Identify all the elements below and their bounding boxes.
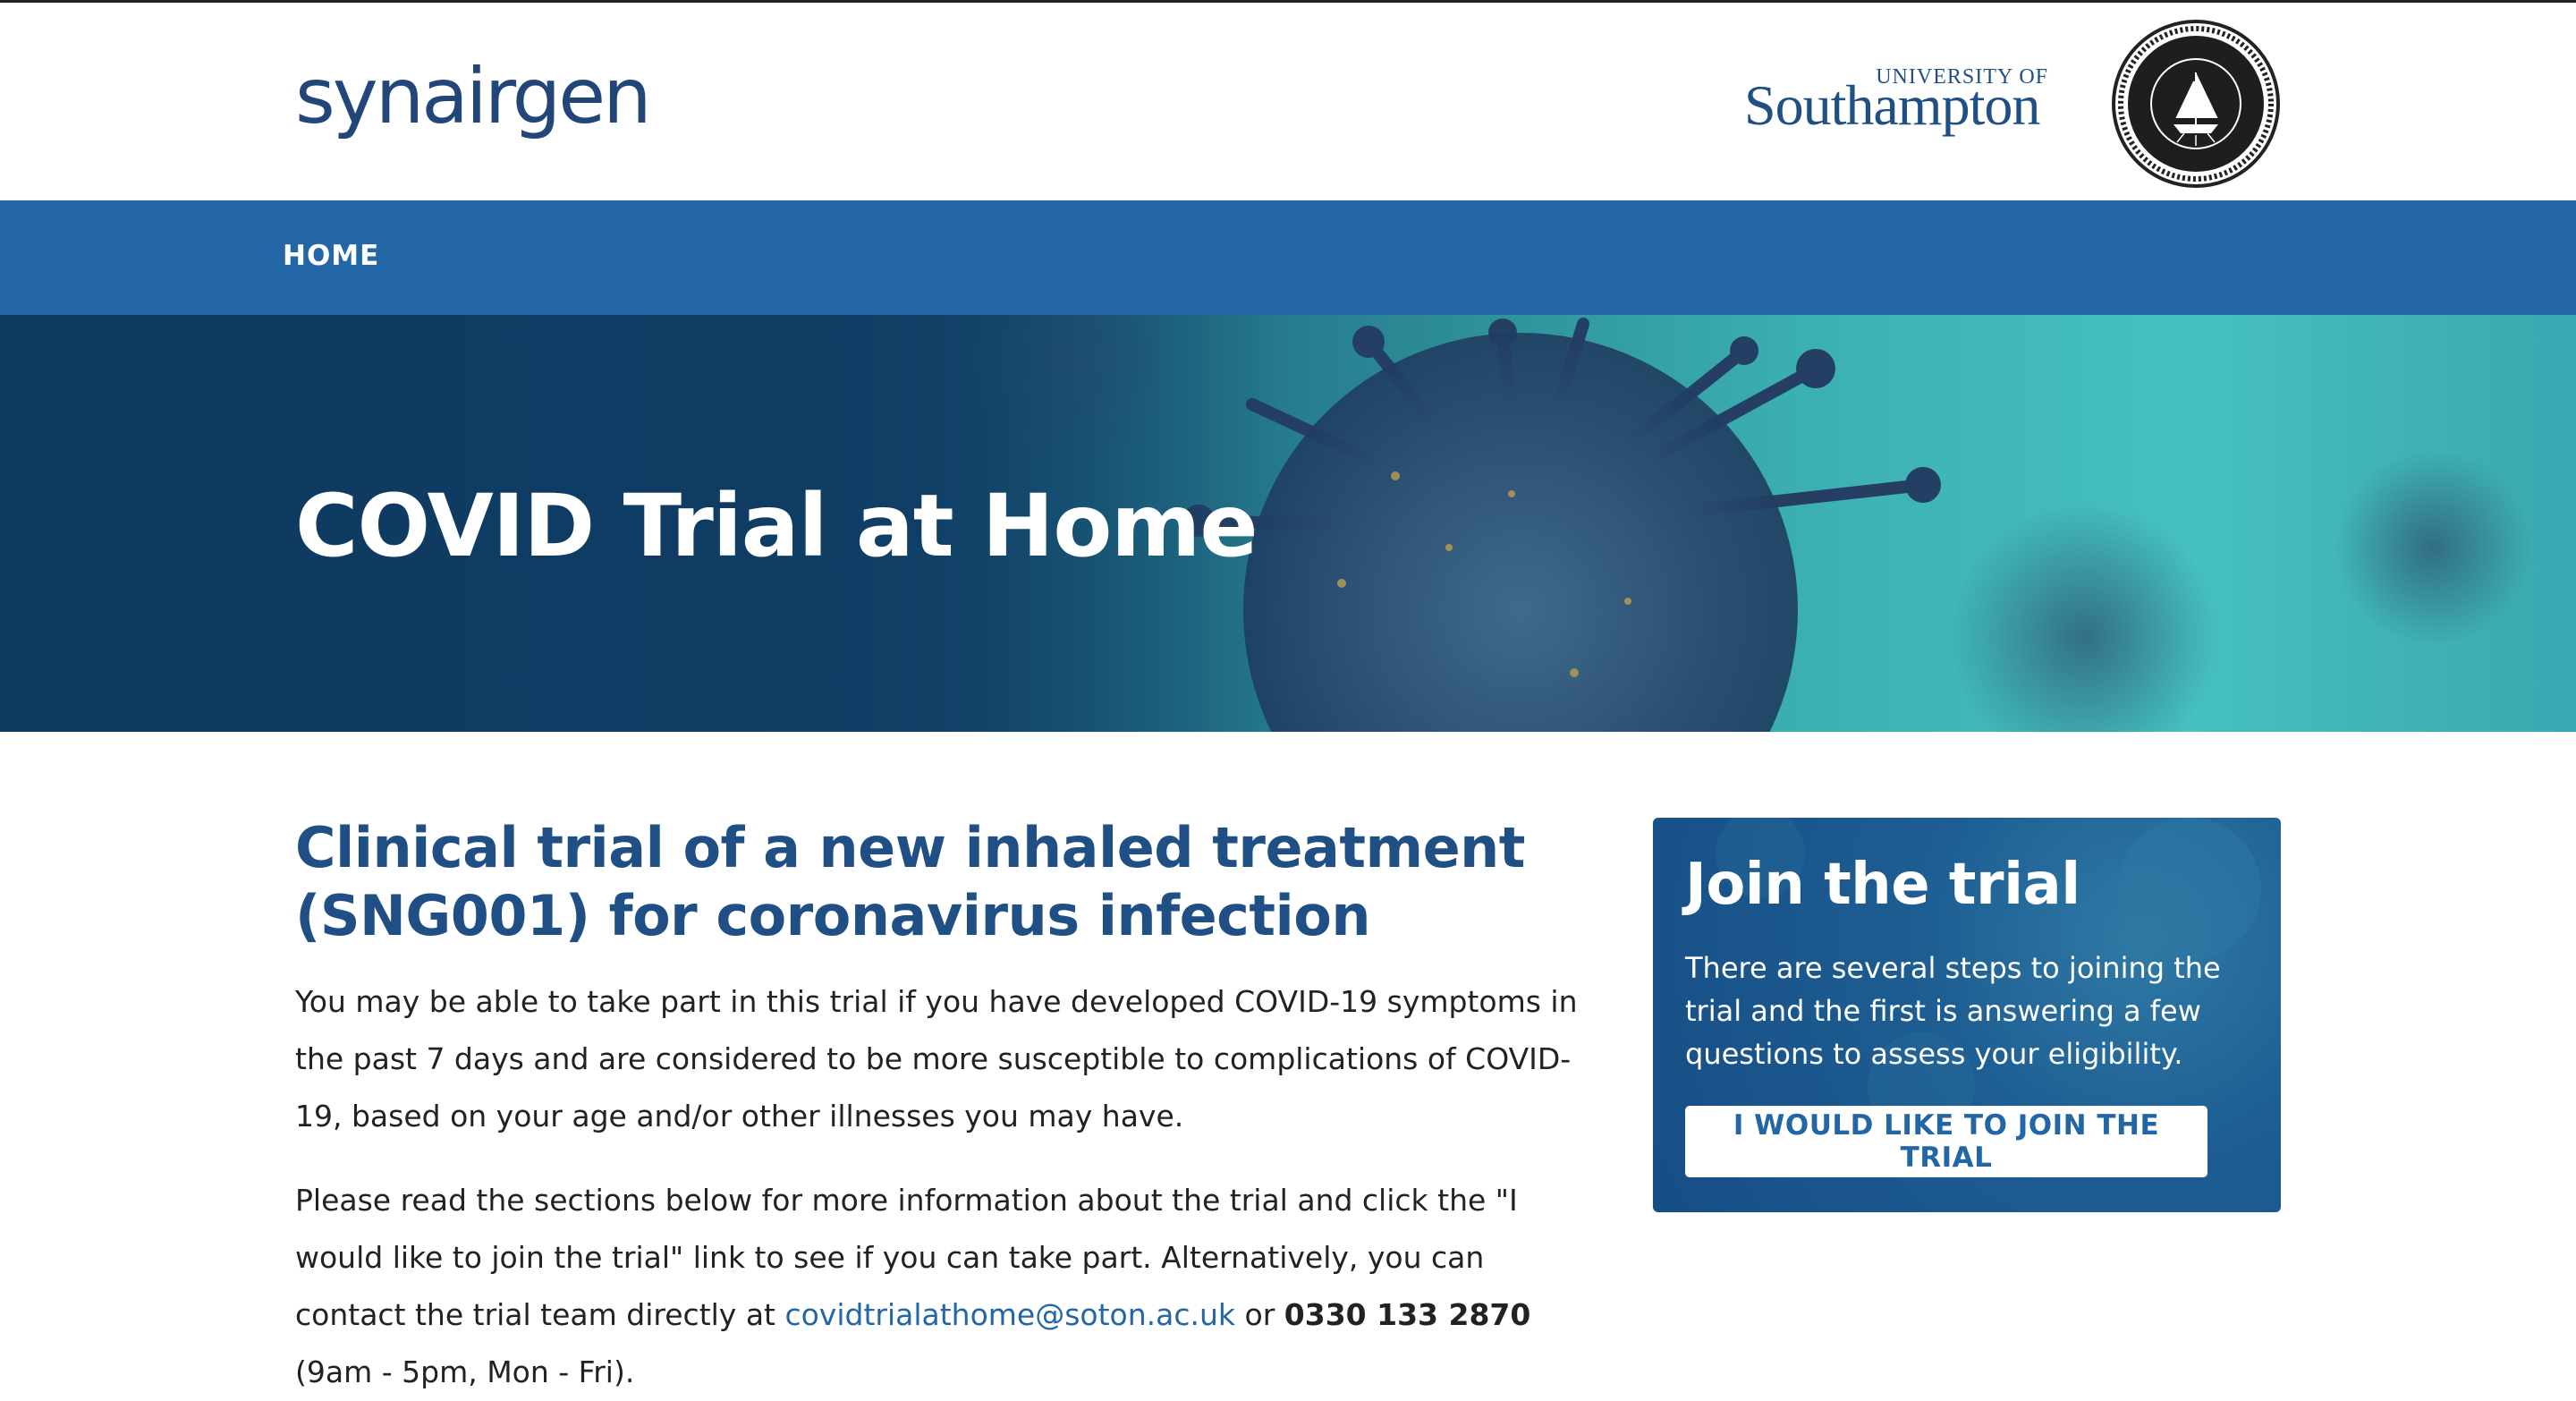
main-navigation: HOME: [0, 200, 2576, 315]
university-logo-big-text: Southampton: [1744, 73, 2040, 137]
nav-home-link[interactable]: HOME: [283, 240, 379, 272]
site-header: synairgen UNIVERSITY OF Southampton: [0, 3, 2576, 200]
page-title: COVID Trial at Home: [295, 476, 1258, 576]
join-trial-title: Join the trial: [1685, 852, 2080, 918]
phone-number: 0330 133 2870: [1284, 1297, 1531, 1332]
clinical-trials-unit-seal-icon[interactable]: [2111, 19, 2281, 189]
main-content: Clinical trial of a new inhaled treatmen…: [295, 814, 1601, 1401]
contact-paragraph: Please read the sections below for more …: [295, 1172, 1601, 1401]
hero-banner: COVID Trial at Home: [0, 315, 2576, 732]
join-trial-panel: Join the trial There are several steps t…: [1653, 818, 2281, 1212]
office-hours: (9am - 5pm, Mon - Fri).: [295, 1354, 635, 1389]
intro-paragraph: You may be able to take part in this tri…: [295, 984, 1578, 1134]
synairgen-logo[interactable]: synairgen: [295, 58, 652, 135]
trial-heading: Clinical trial of a new inhaled treatmen…: [295, 815, 1525, 948]
or-text: or: [1235, 1297, 1284, 1332]
join-trial-button[interactable]: I WOULD LIKE TO JOIN THE TRIAL: [1685, 1106, 2207, 1177]
join-trial-description: There are several steps to joining the t…: [1685, 951, 2221, 1071]
email-link[interactable]: covidtrialathome@soton.ac.uk: [784, 1297, 1235, 1332]
university-of-southampton-logo[interactable]: UNIVERSITY OF Southampton: [1744, 65, 2048, 146]
